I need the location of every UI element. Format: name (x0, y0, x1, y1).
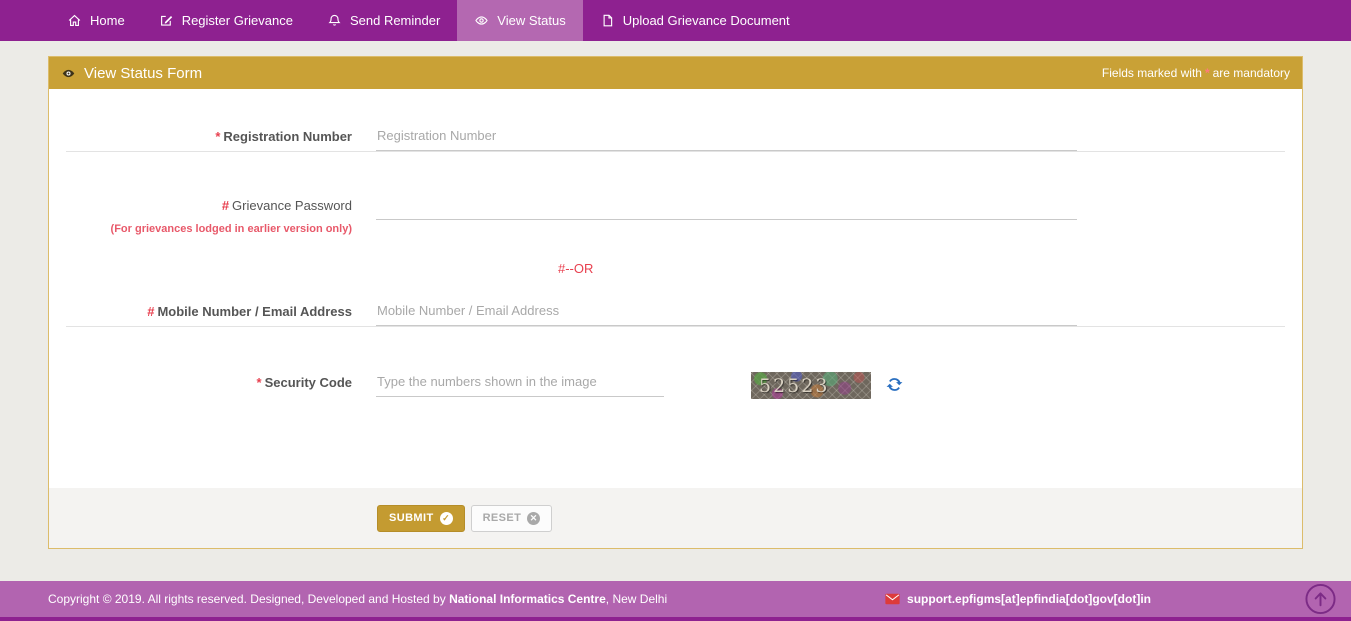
nav-item-label: Upload Grievance Document (623, 13, 790, 28)
support-email-text: support.epfigms[at]epfindia[dot]gov[dot]… (907, 592, 1151, 606)
registration-number-row: *Registration Number (49, 125, 1302, 151)
nav-item-label: Home (90, 13, 125, 28)
registration-number-label: *Registration Number (49, 125, 376, 145)
times-circle-icon: ✕ (527, 512, 540, 525)
field-label: Registration Number (223, 129, 352, 144)
captcha-image: 52523 (751, 372, 871, 399)
support-email-link[interactable]: support.epfigms[at]epfindia[dot]gov[dot]… (885, 592, 1151, 606)
field-label: Security Code (265, 375, 352, 390)
view-status-form: *Registration Number #Grievance Password… (49, 89, 1302, 488)
page-footer: Copyright © 2019. All rights reserved. D… (0, 581, 1351, 621)
form-actions: SUBMIT ✓ RESET ✕ (49, 488, 1302, 548)
upload-document-icon (600, 13, 615, 28)
submit-button-label: SUBMIT (389, 512, 434, 524)
grievance-password-label: #Grievance Password (For grievances lodg… (49, 194, 376, 236)
nav-item-label: Send Reminder (350, 13, 440, 28)
reset-button[interactable]: RESET ✕ (471, 505, 553, 532)
nav-item-label: View Status (497, 13, 565, 28)
arrow-up-circle-icon (1304, 583, 1337, 616)
captcha-text: 52523 (751, 375, 829, 397)
submit-button[interactable]: SUBMIT ✓ (377, 505, 465, 532)
scroll-to-top-button[interactable] (1304, 583, 1337, 616)
refresh-icon (885, 375, 904, 394)
mandatory-fields-note: Fields marked with*are mandatory (1102, 66, 1290, 80)
nav-item-send-reminder[interactable]: Send Reminder (310, 0, 457, 41)
send-reminder-icon (327, 13, 342, 28)
required-marker: * (257, 375, 262, 390)
optional-marker: # (147, 304, 154, 319)
security-code-label: *Security Code (49, 371, 376, 391)
envelope-icon (885, 593, 900, 605)
registration-number-input[interactable] (376, 125, 1077, 151)
nav-item-view-status[interactable]: View Status (457, 0, 582, 41)
reset-button-label: RESET (483, 512, 522, 524)
main-content: View Status Form Fields marked with*are … (0, 41, 1351, 581)
nav-item-upload-grievance-document[interactable]: Upload Grievance Document (583, 0, 807, 41)
check-circle-icon: ✓ (440, 512, 453, 525)
nav-item-label: Register Grievance (182, 13, 293, 28)
view-status-form-card: View Status Form Fields marked with*are … (48, 56, 1303, 549)
field-label: Grievance Password (232, 198, 352, 213)
copyright-org: National Informatics Centre (449, 592, 606, 606)
eye-icon (61, 66, 76, 81)
security-code-row: *Security Code 52523 (49, 371, 1302, 399)
captcha-refresh-button[interactable] (885, 375, 904, 394)
card-header: View Status Form Fields marked with*are … (49, 57, 1302, 89)
optional-marker: # (222, 198, 229, 213)
page-title: View Status Form (84, 65, 202, 82)
nav-item-home[interactable]: Home (50, 0, 142, 41)
section-divider (66, 151, 1285, 152)
section-divider (66, 326, 1285, 327)
mobile-email-input[interactable] (376, 300, 1077, 326)
or-separator: #--OR (49, 261, 1302, 276)
home-icon (67, 13, 82, 28)
copyright-text: Copyright © 2019. All rights reserved. D… (48, 592, 667, 606)
mobile-email-row: #Mobile Number / Email Address (49, 300, 1302, 326)
grievance-password-input[interactable] (376, 194, 1077, 220)
card-title: View Status Form (61, 65, 202, 82)
page: Home Register Grievance Send Reminder Vi… (0, 0, 1351, 621)
register-grievance-icon (159, 13, 174, 28)
nav-item-register-grievance[interactable]: Register Grievance (142, 0, 310, 41)
field-label: Mobile Number / Email Address (157, 304, 352, 319)
security-code-input[interactable] (376, 371, 664, 397)
copyright-suffix: , New Delhi (606, 592, 667, 606)
mandatory-note-prefix: Fields marked with (1102, 66, 1202, 80)
grievance-password-hint: (For grievances lodged in earlier versio… (49, 223, 352, 236)
view-status-icon (474, 13, 489, 28)
copyright-prefix: Copyright © 2019. All rights reserved. D… (48, 592, 449, 606)
mandatory-star: * (1205, 66, 1210, 80)
grievance-password-row: #Grievance Password (For grievances lodg… (49, 194, 1302, 236)
required-marker: * (215, 129, 220, 144)
mandatory-note-suffix: are mandatory (1213, 66, 1290, 80)
mobile-email-label: #Mobile Number / Email Address (49, 300, 376, 320)
top-nav: Home Register Grievance Send Reminder Vi… (0, 0, 1351, 41)
